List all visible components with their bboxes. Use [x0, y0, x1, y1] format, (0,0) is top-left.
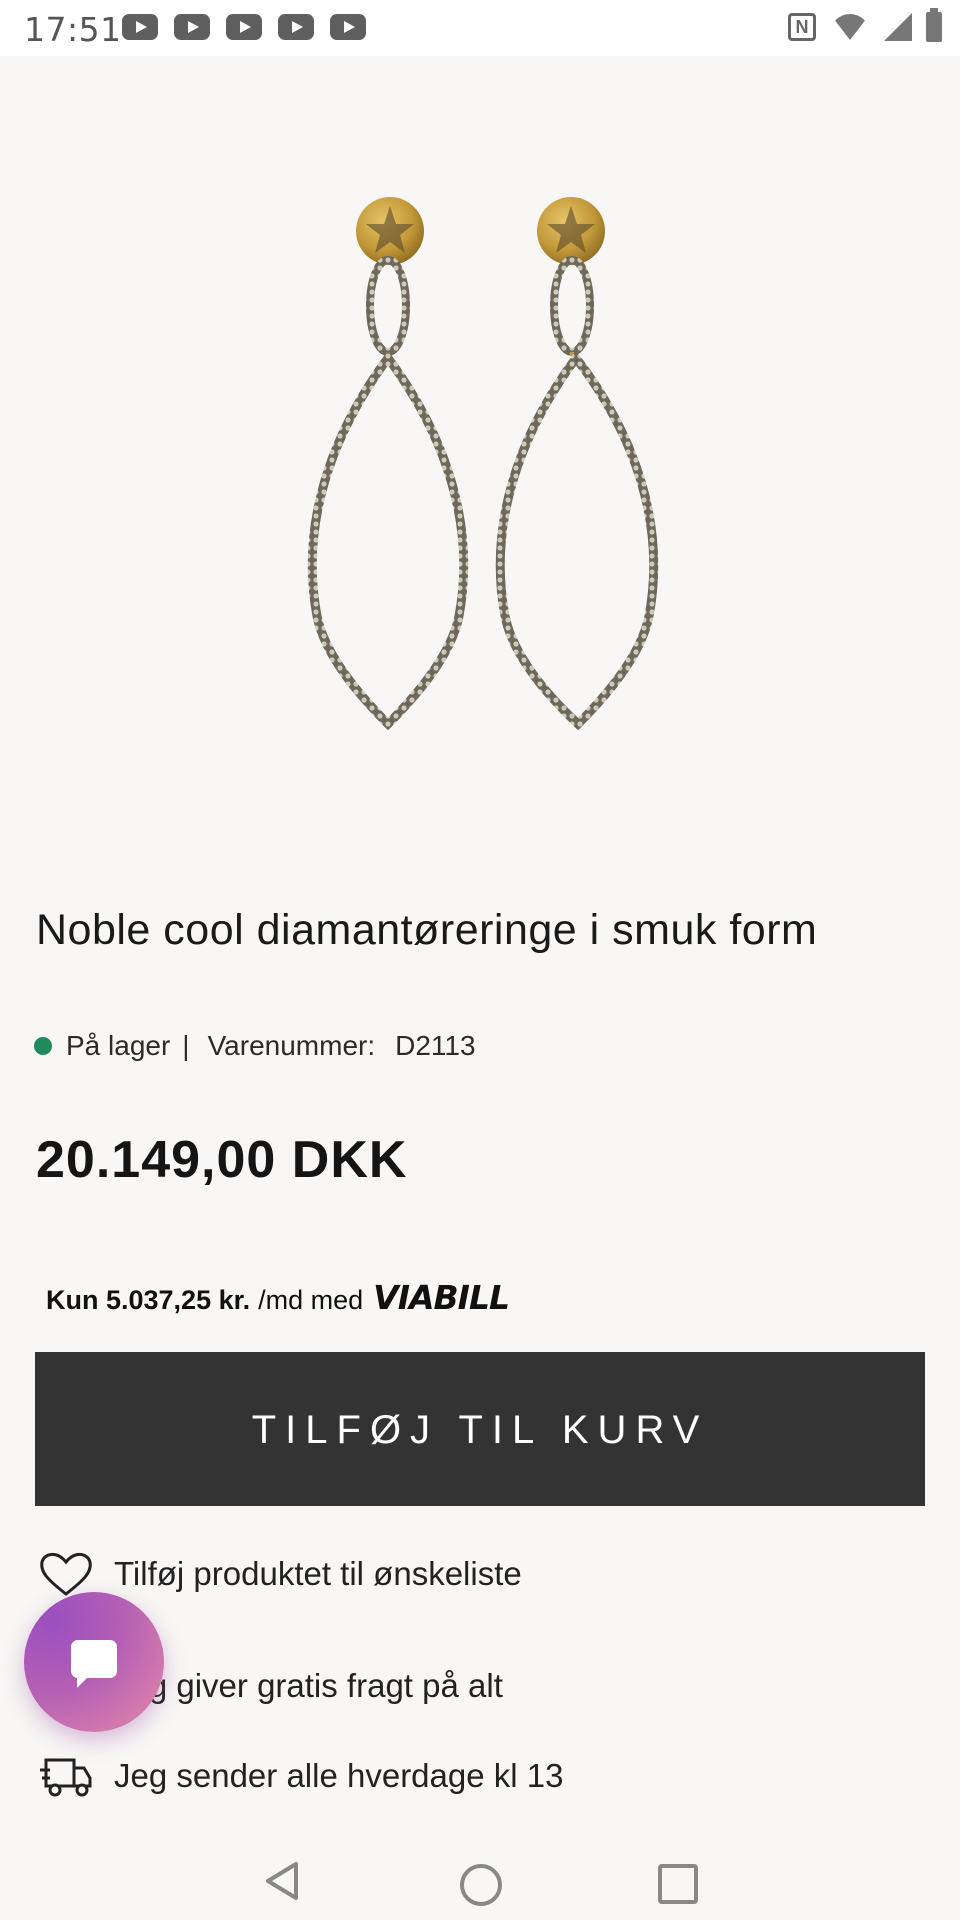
chat-button[interactable] [24, 1592, 164, 1732]
in-stock-indicator [34, 1037, 52, 1055]
viabill-financing[interactable]: Kun 5.037,25 kr. /md med VIABILL [46, 1278, 510, 1317]
home-icon[interactable] [460, 1864, 502, 1906]
battery-icon [926, 8, 942, 42]
add-to-cart-button[interactable]: TILFØJ TIL KURV [35, 1352, 925, 1506]
stock-row: På lager | Varenummer: D2113 [34, 1030, 476, 1062]
delivery-info: Jeg sender alle hverdage kl 13 [38, 1752, 563, 1800]
notification-icons [122, 14, 366, 40]
sku-label: Varenummer: [207, 1030, 376, 1061]
wishlist-link[interactable]: Tilføj produktet til ønskeliste [38, 1550, 522, 1598]
navigation-bar [0, 1840, 960, 1920]
heart-icon [40, 1553, 92, 1596]
delivery-label: Jeg sender alle hverdage kl 13 [114, 1757, 564, 1794]
product-title: Noble cool diamantøreringe i smuk form [36, 906, 818, 954]
youtube-icon [330, 14, 366, 40]
nfc-icon: N [788, 13, 816, 41]
product-price: 20.149,00 DKK [36, 1131, 408, 1189]
status-bar: 17:51 N [0, 0, 960, 56]
stock-status: På lager [66, 1030, 171, 1061]
youtube-icon [226, 14, 262, 40]
wifi-icon [830, 14, 870, 40]
wishlist-label: Tilføj produktet til ønskeliste [114, 1555, 522, 1592]
system-icons: N [788, 8, 942, 42]
viabill-logo: VIABILL [373, 1278, 510, 1317]
back-icon[interactable] [262, 1860, 302, 1902]
stock-separator: | [182, 1030, 190, 1061]
left-earring [307, 197, 469, 731]
chat-bubble-icon [71, 1640, 117, 1688]
free-shipping-label: Jeg giver gratis fragt på alt [114, 1667, 503, 1704]
youtube-icon [122, 14, 158, 40]
status-time: 17:51 [24, 10, 122, 49]
viabill-amount: Kun 5.037,25 kr. [46, 1285, 251, 1315]
signal-icon [884, 13, 912, 41]
product-image[interactable] [0, 56, 960, 876]
viabill-suffix: /md med [258, 1285, 364, 1315]
recents-icon[interactable] [658, 1864, 698, 1904]
youtube-icon [278, 14, 314, 40]
right-earring [495, 197, 659, 731]
sku-value: D2113 [395, 1030, 476, 1061]
delivery-truck-icon [40, 1758, 92, 1797]
youtube-icon [174, 14, 210, 40]
